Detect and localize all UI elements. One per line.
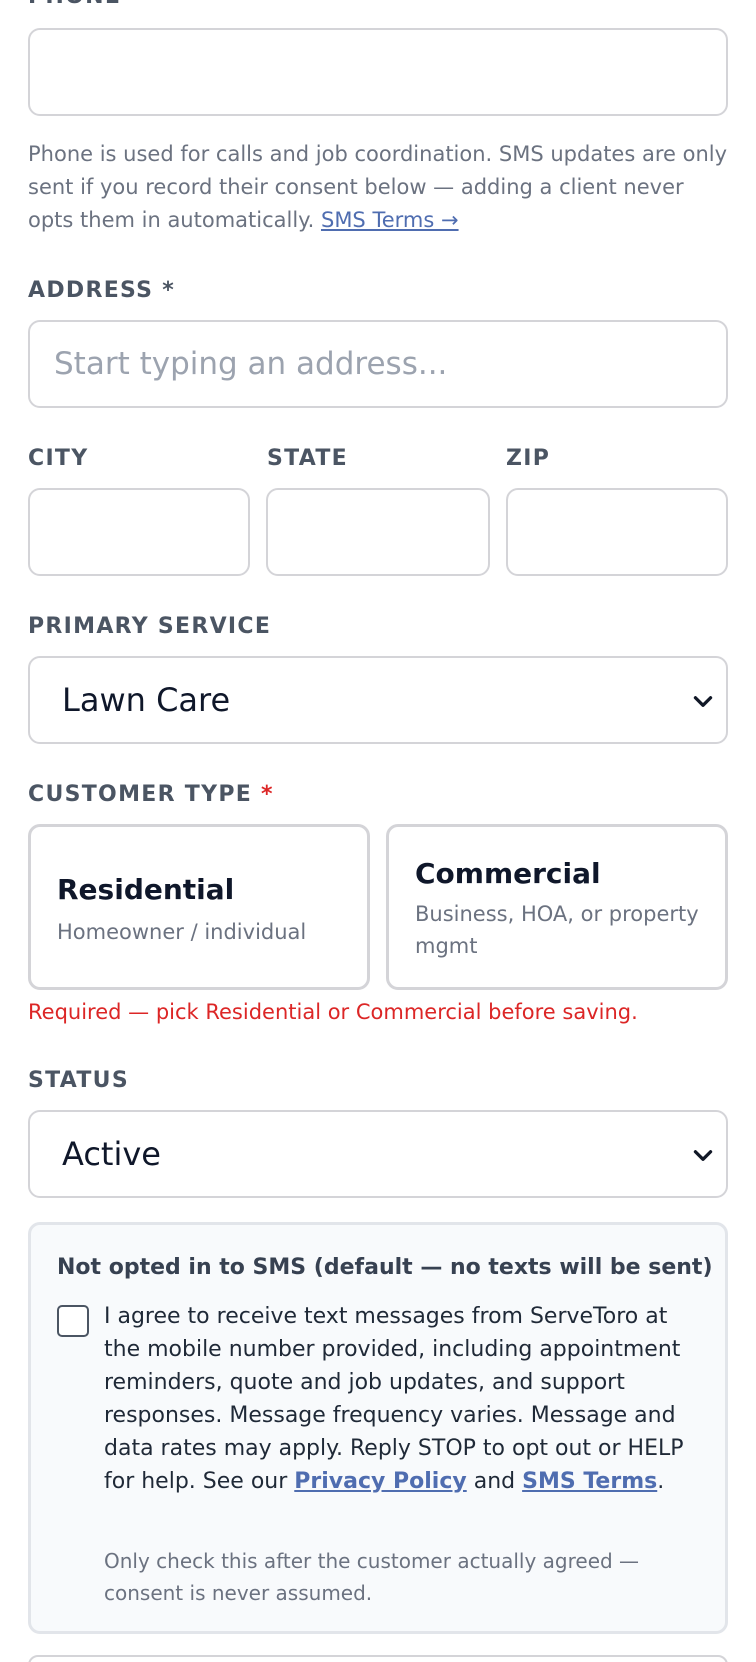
city-label: CITY — [28, 446, 89, 471]
phone-help-text: Phone is used for calls and job coordina… — [28, 142, 728, 232]
customer-type-error: Required — pick Residential or Commercia… — [28, 1000, 638, 1024]
phone-label: PHONE * — [28, 0, 143, 9]
primary-service-label: PRIMARY SERVICE — [28, 614, 272, 639]
sms-terms-consent-link[interactable]: SMS Terms — [522, 1469, 657, 1494]
primary-service-select[interactable]: Lawn Care — [28, 656, 728, 744]
sms-consent-note: Only check this after the customer actua… — [104, 1549, 640, 1605]
address-input[interactable] — [28, 320, 728, 408]
commercial-subtitle: Business, HOA, or property mgmt — [415, 902, 699, 958]
state-input[interactable] — [266, 488, 490, 576]
customer-type-residential-card[interactable]: Residential Homeowner / individual — [28, 824, 370, 990]
customer-type-commercial-card[interactable]: Commercial Business, HOA, or property mg… — [386, 824, 728, 990]
state-label: STATE — [267, 446, 348, 471]
residential-subtitle: Homeowner / individual — [57, 920, 307, 944]
sms-terms-link[interactable]: SMS Terms → — [321, 208, 459, 232]
city-input[interactable] — [28, 488, 250, 576]
status-label: STATUS — [28, 1068, 129, 1093]
residential-title: Residential — [57, 873, 235, 906]
status-select[interactable]: Active — [28, 1110, 728, 1198]
phone-input[interactable] — [28, 28, 728, 116]
zip-label: ZIP — [506, 446, 551, 471]
customer-type-label: CUSTOMER TYPE * — [28, 782, 274, 807]
next-section-edge — [28, 1655, 728, 1662]
sms-status-title: Not opted in to SMS (default — no texts … — [57, 1255, 713, 1280]
zip-input[interactable] — [506, 488, 728, 576]
sms-consent-panel: Not opted in to SMS (default — no texts … — [28, 1222, 728, 1634]
sms-consent-checkbox[interactable] — [57, 1305, 89, 1337]
address-label: ADDRESS * — [28, 278, 176, 303]
privacy-policy-link[interactable]: Privacy Policy — [294, 1469, 466, 1494]
primary-service-value: Lawn Care — [62, 681, 231, 719]
sms-consent-text: I agree to receive text messages from Se… — [104, 1304, 684, 1494]
chevron-down-icon — [693, 696, 713, 707]
commercial-title: Commercial — [415, 857, 601, 890]
chevron-down-icon — [693, 1150, 713, 1161]
status-value: Active — [62, 1135, 161, 1173]
